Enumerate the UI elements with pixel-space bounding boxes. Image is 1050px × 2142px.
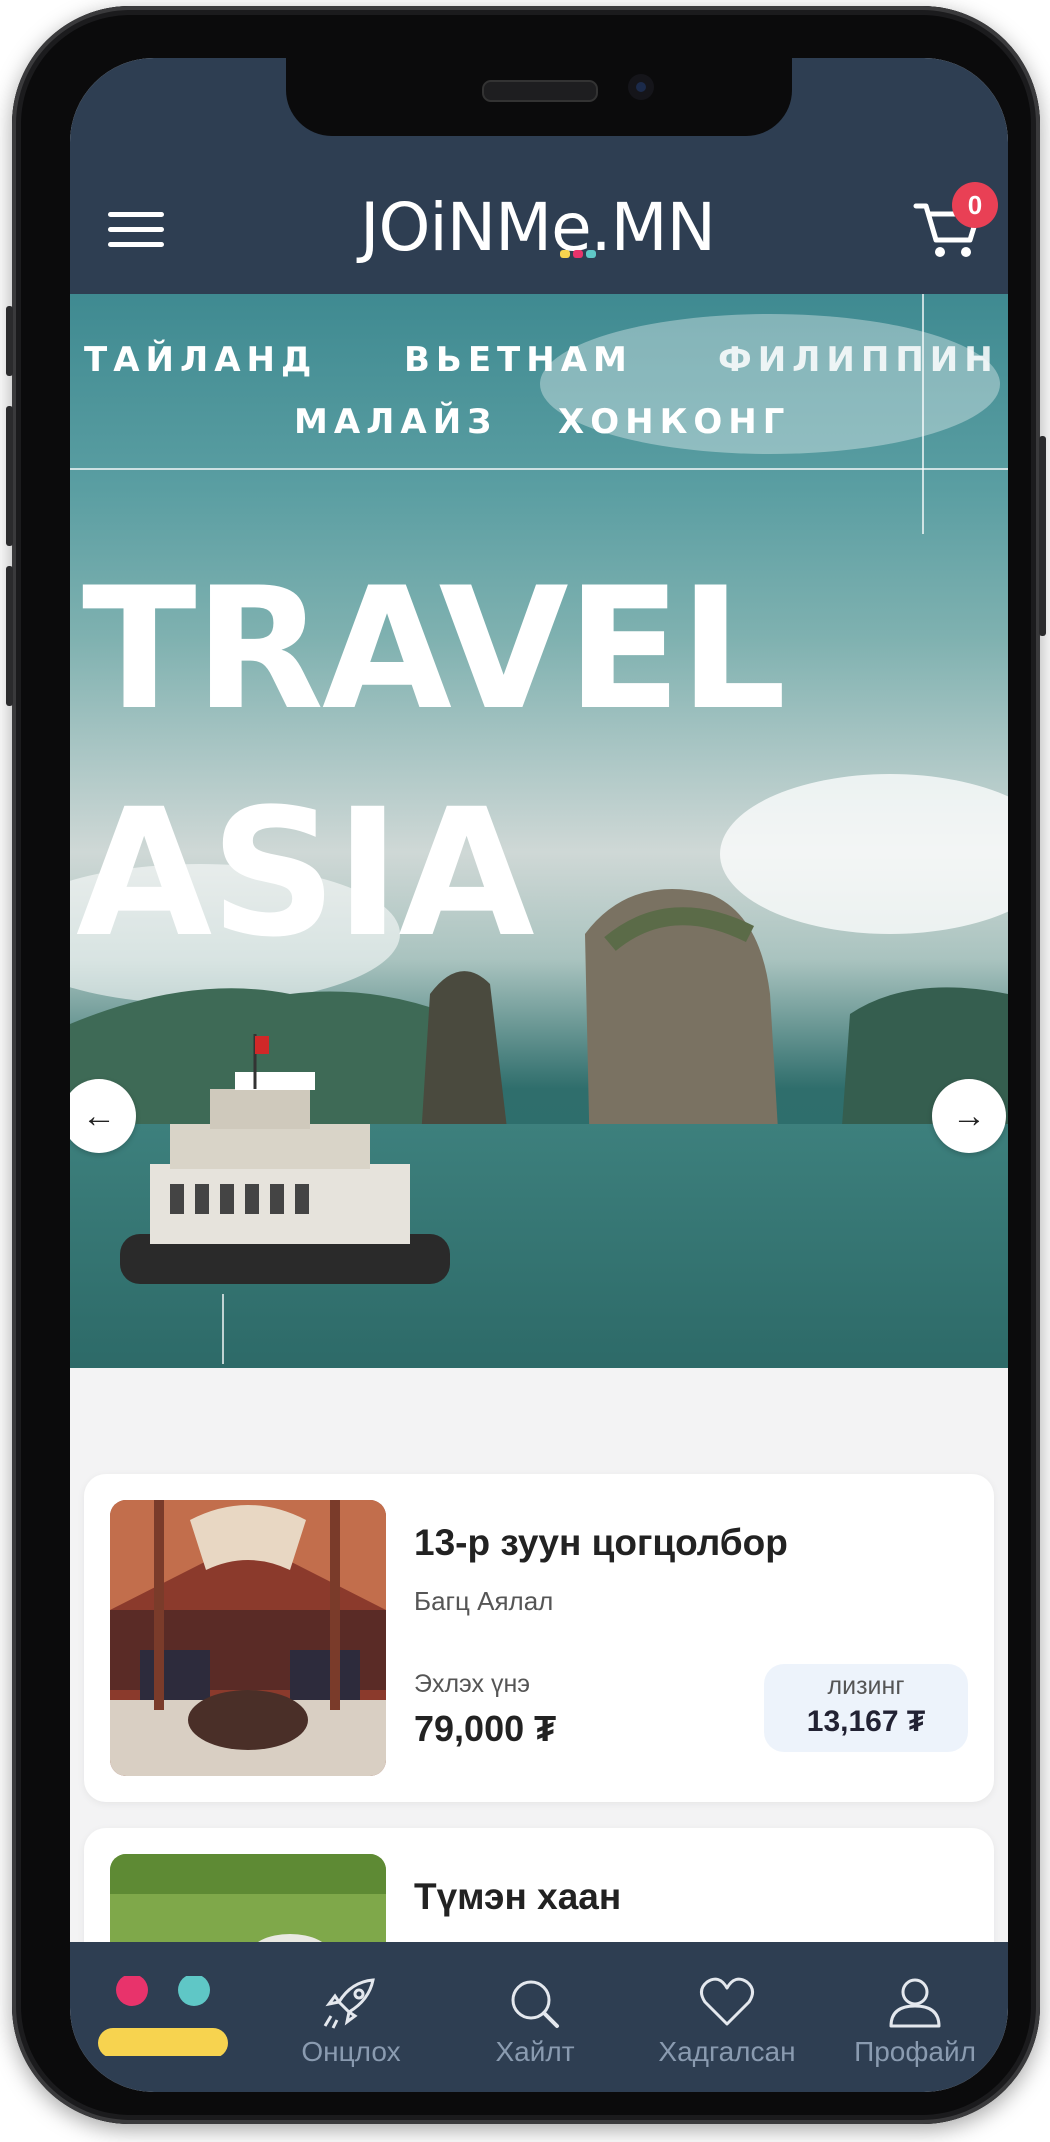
destination-hongkong: ХОНКОНГ: [558, 402, 791, 442]
search-icon: [511, 1980, 559, 2028]
volume-down-button: [6, 566, 13, 706]
cart-count-badge: 0: [952, 182, 998, 228]
site-logo[interactable]: JOiNMe.MN: [360, 188, 716, 268]
bottom-navigation: Онцлох Хайлт Хадгалсан Профайл: [70, 1942, 1008, 2092]
nav-saved[interactable]: Хадгалсан: [642, 1976, 812, 2068]
home-dots-icon: [98, 1976, 228, 2056]
heart-icon: [700, 1977, 754, 2026]
boat-image: [120, 1034, 450, 1284]
nav-home[interactable]: [98, 1976, 228, 2062]
mute-switch: [6, 306, 13, 376]
hero-vertical-line: [222, 1294, 224, 1364]
destination-vietnam: ВЬЕТНАМ: [404, 340, 633, 380]
speaker-grille: [482, 80, 598, 102]
arrow-right-icon: →: [952, 1097, 986, 1135]
package-title[interactable]: 13-р зуун цогцолбор: [414, 1522, 788, 1564]
lease-badge[interactable]: лизинг 13,167 ₮: [764, 1664, 968, 1752]
ger-interior-image: [110, 1500, 386, 1776]
destination-malaysia: МАЛАЙЗ: [294, 402, 498, 442]
nav-saved-label: Хадгалсан: [658, 2036, 796, 2067]
nav-profile-label: Профайл: [854, 2036, 976, 2067]
nav-profile[interactable]: Профайл: [840, 1976, 990, 2068]
destination-thailand: ТАЙЛАНД: [84, 340, 318, 380]
arrow-left-icon: ←: [82, 1097, 116, 1135]
phone-frame: JOiNMe.MN 0 ТАЙЛАНД ВЬЕТНАМ ФИЛИППИН МАЛ…: [6, 6, 1046, 2124]
hero-headline-asia: ASIA: [76, 771, 535, 976]
package-thumbnail[interactable]: [110, 1500, 386, 1776]
carousel-next-button[interactable]: →: [932, 1079, 1006, 1153]
package-category: Багц Аялал: [414, 1586, 554, 1616]
user-icon: [889, 1978, 941, 2028]
nav-search[interactable]: Хайлт: [470, 1976, 600, 2068]
app-screen: JOiNMe.MN 0 ТАЙЛАНД ВЬЕТНАМ ФИЛИППИН МАЛ…: [70, 58, 1008, 2092]
hero-banner[interactable]: ТАЙЛАНД ВЬЕТНАМ ФИЛИППИН МАЛАЙЗ ХОНКОНГ …: [70, 294, 1008, 1368]
nav-featured-label: Онцлох: [301, 2036, 401, 2067]
hero-vertical-line: [922, 294, 924, 534]
power-button: [1039, 436, 1046, 636]
volume-up-button: [6, 406, 13, 546]
nav-search-label: Хайлт: [495, 2036, 575, 2067]
phone-notch: [286, 58, 792, 136]
hero-divider-line: [70, 468, 1008, 470]
nav-featured[interactable]: Онцлох: [286, 1976, 416, 2068]
package-price: 79,000 ₮: [414, 1708, 557, 1749]
hero-headline-travel: TRAVEL: [82, 551, 786, 747]
logo-dots: [560, 250, 596, 258]
hamburger-menu-icon[interactable]: [108, 212, 164, 248]
lease-value: 13,167 ₮: [806, 1705, 926, 1738]
package-card[interactable]: 13-р зуун цогцолбор Багц Аялал Эхлэх үнэ…: [84, 1474, 994, 1802]
lease-label: лизинг: [827, 1672, 905, 1700]
rocket-icon: [323, 1978, 375, 2029]
front-camera: [628, 74, 654, 100]
package-title[interactable]: Түмэн хаан: [414, 1876, 621, 1918]
destination-philippines: ФИЛИППИН: [718, 340, 999, 380]
price-label: Эхлэх үнэ: [414, 1670, 531, 1698]
